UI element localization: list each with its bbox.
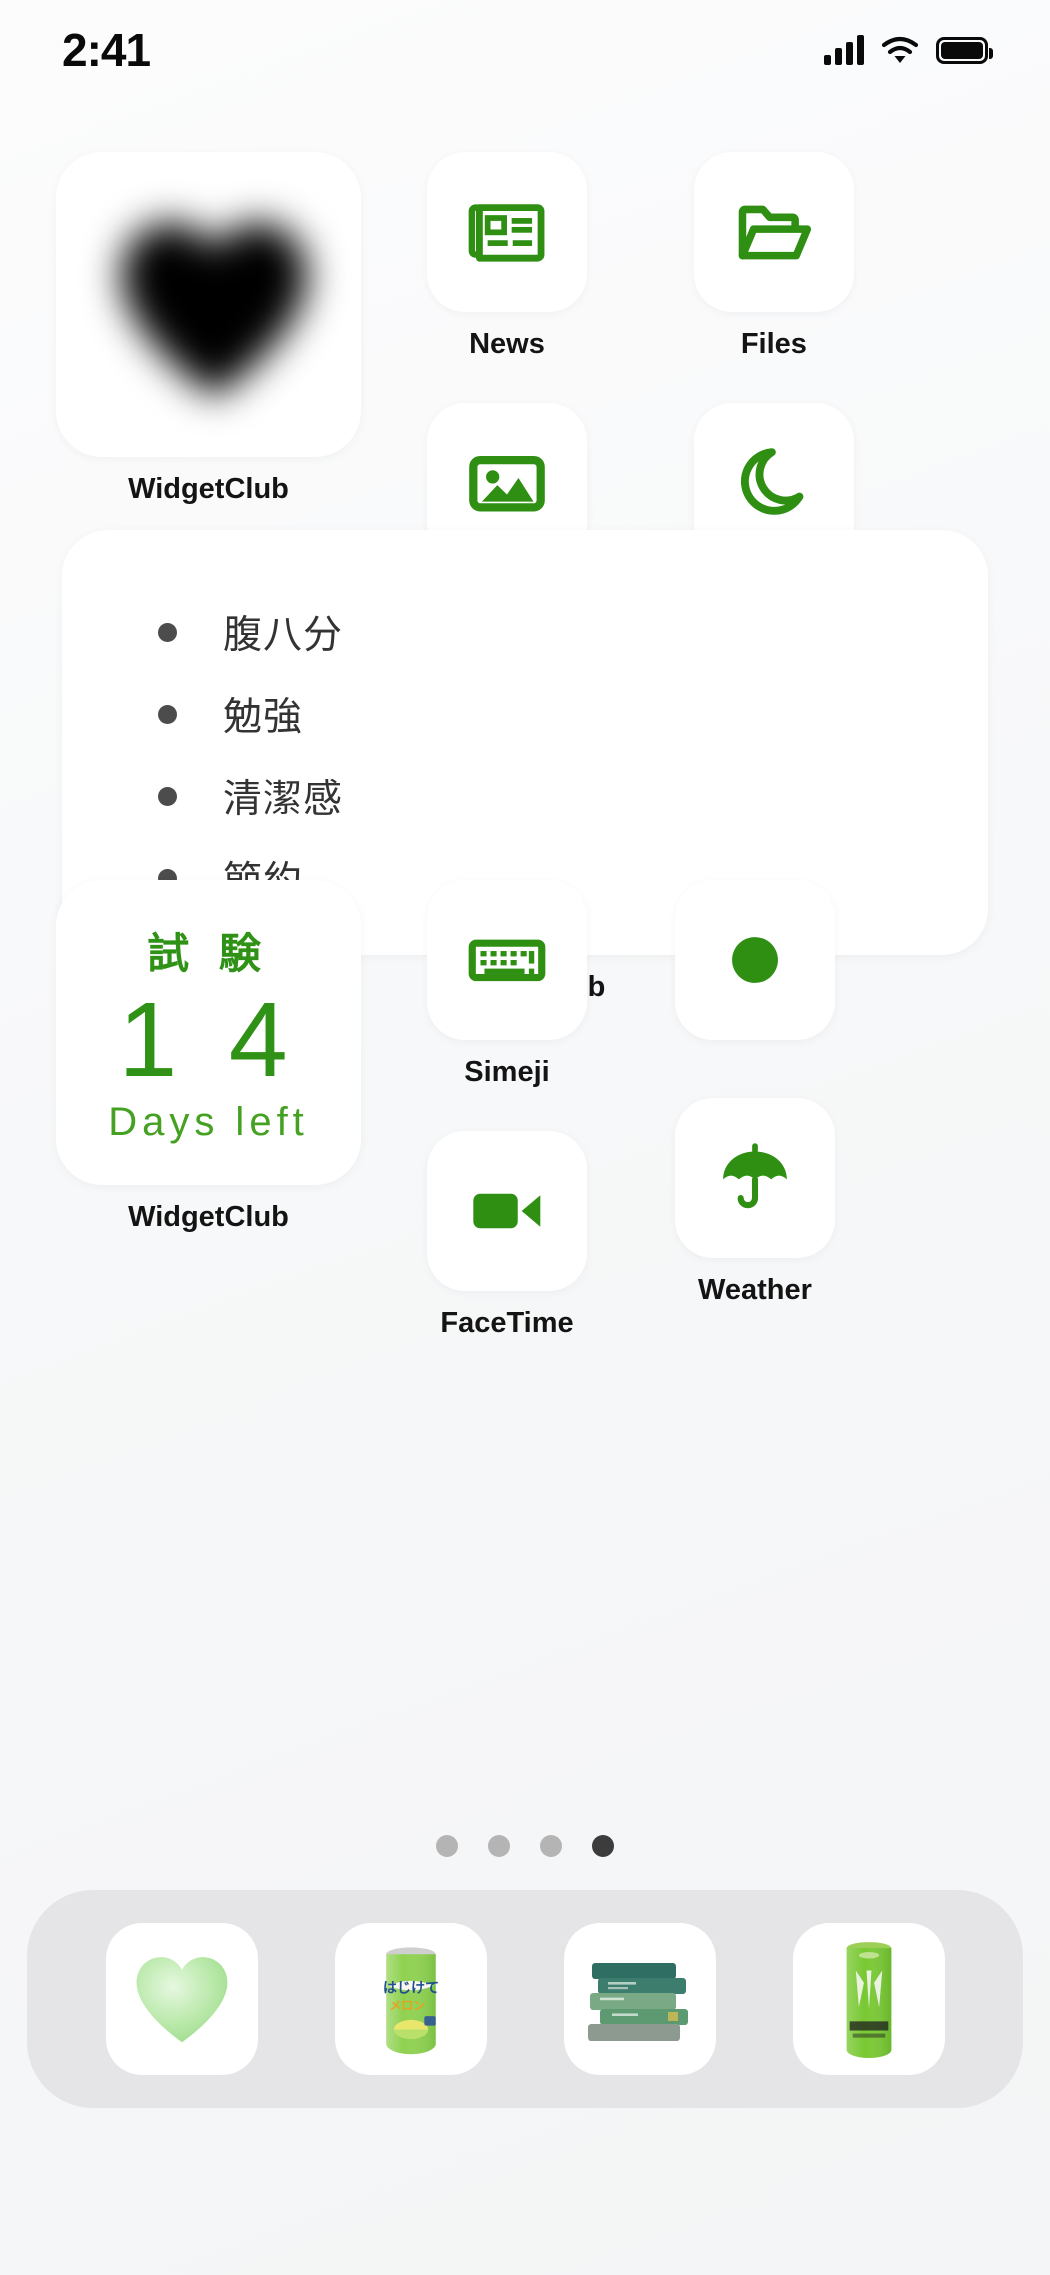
app-facetime-label: FaceTime — [440, 1307, 574, 1339]
countdown-number: 1 4 — [118, 980, 299, 1099]
dock-item-energy-drink[interactable] — [792, 1923, 945, 2075]
app-simeji-label: Simeji — [464, 1056, 550, 1088]
photo-image-icon — [469, 455, 545, 512]
folder-open-icon — [738, 205, 811, 260]
crescent-moon-icon — [740, 448, 804, 515]
page-dot-active[interactable] — [592, 1835, 614, 1857]
home-screen: 2:41 WidgetClub News Files 腹八分 勉強 清潔感 試 … — [0, 0, 1050, 2275]
battery-full-icon — [936, 36, 993, 64]
dock-item-melon-soda[interactable]: はじけて メロン — [334, 1923, 487, 2075]
melon-soda-can-icon: はじけて メロン — [382, 1947, 439, 2055]
status-bar-time: 2:41 — [62, 24, 151, 76]
page-dot[interactable] — [540, 1835, 562, 1857]
umbrella-icon — [723, 1143, 787, 1209]
list-item: 腹八分 — [158, 604, 988, 660]
can-text-top: はじけて — [382, 1981, 438, 1997]
stacked-green-books-icon — [587, 1963, 688, 2041]
status-bar: 2:41 — [0, 0, 1050, 100]
countdown-title: 試 験 — [147, 929, 270, 977]
blurred-black-heart-icon — [121, 222, 308, 398]
countdown-subtitle: Days left — [108, 1100, 309, 1145]
widget-heart-card[interactable] — [56, 152, 361, 457]
widget-heart-label: WidgetClub — [128, 473, 289, 505]
keyboard-icon — [468, 939, 546, 982]
app-simeji-icon-tile[interactable] — [427, 880, 587, 1040]
can-text-bottom: メロン — [389, 1998, 425, 2012]
app-green-circle-icon-tile[interactable] — [675, 880, 835, 1040]
list-item-label: 勉強 — [223, 696, 304, 739]
app-facetime-icon-tile[interactable] — [427, 1131, 587, 1291]
page-indicator[interactable] — [0, 1835, 1050, 1857]
list-item-label: 清潔感 — [223, 778, 344, 821]
bullet-dot-icon — [158, 622, 177, 642]
cellular-signal-icon — [824, 35, 864, 65]
list-item: 清潔感 — [158, 768, 988, 824]
green-circle-icon — [732, 937, 778, 983]
app-weather[interactable]: Weather — [675, 1098, 835, 1307]
status-bar-indicators — [824, 35, 993, 65]
wifi-icon — [881, 36, 919, 63]
green-energy-drink-can-icon — [846, 1942, 891, 2058]
app-news[interactable]: News — [427, 152, 587, 361]
widget-row-2: 試 験 1 4 Days left WidgetClub Simeji Face… — [0, 880, 1050, 1340]
app-files-icon-tile[interactable] — [693, 152, 854, 312]
list-item-label: 腹八分 — [223, 614, 344, 657]
dock: はじけて メロン — [27, 1890, 1023, 2108]
widget-countdown-card[interactable]: 試 験 1 4 Days left — [56, 880, 361, 1185]
dock-item-books[interactable] — [563, 1923, 716, 2075]
bullet-dot-icon — [158, 704, 177, 724]
bullet-dot-icon — [158, 786, 177, 806]
app-column-middle-2: Simeji FaceTime — [427, 880, 587, 1340]
page-dot[interactable] — [488, 1835, 510, 1857]
app-weather-icon-tile[interactable] — [675, 1098, 835, 1258]
dock-item-heart[interactable] — [105, 1923, 258, 2075]
app-files-label: Files — [740, 328, 807, 360]
app-news-icon-tile[interactable] — [427, 152, 587, 312]
app-facetime[interactable]: FaceTime — [427, 1131, 587, 1340]
app-news-label: News — [469, 328, 545, 360]
app-simeji[interactable]: Simeji — [427, 880, 587, 1089]
app-files[interactable]: Files — [675, 152, 873, 361]
newspaper-icon — [468, 204, 545, 262]
video-camera-icon — [473, 1193, 541, 1229]
app-weather-label: Weather — [698, 1274, 812, 1306]
page-dot[interactable] — [436, 1835, 458, 1857]
app-column-right-2: Weather — [675, 880, 835, 1340]
widget-countdown-label: WidgetClub — [128, 1201, 289, 1233]
widget-countdown[interactable]: 試 験 1 4 Days left WidgetClub — [56, 880, 361, 1340]
app-green-circle[interactable] — [675, 880, 835, 1056]
pale-green-heart-icon — [136, 1957, 227, 2043]
list-item: 勉強 — [158, 686, 988, 742]
